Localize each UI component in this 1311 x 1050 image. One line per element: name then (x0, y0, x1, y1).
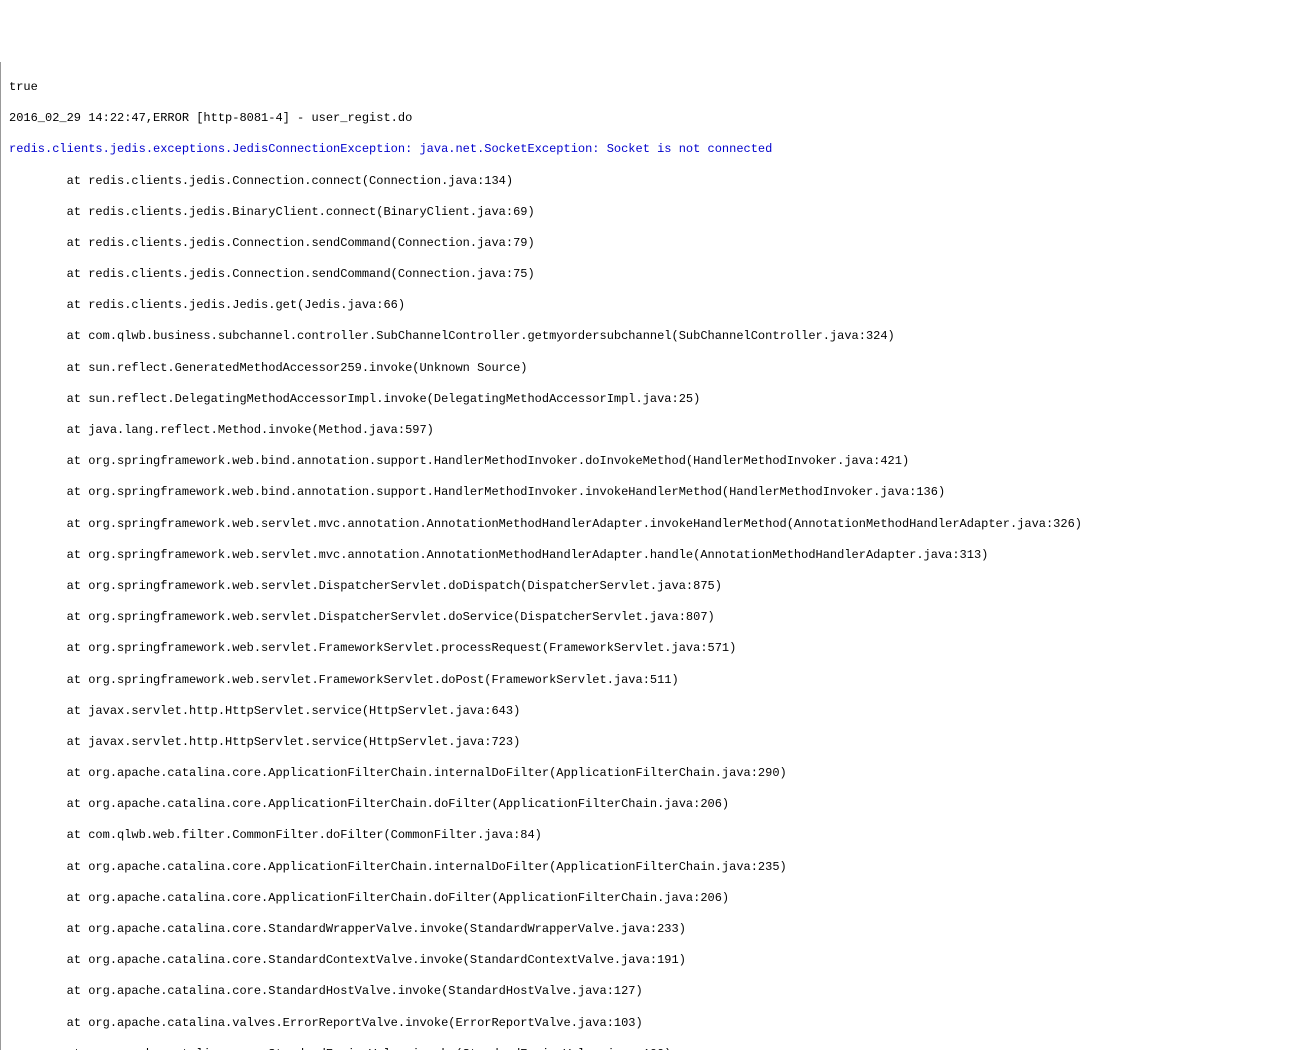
log-stack-line: at org.springframework.web.servlet.mvc.a… (9, 548, 1303, 564)
log-exception-line: redis.clients.jedis.exceptions.JedisConn… (9, 142, 1303, 158)
log-stack-line: at org.springframework.web.servlet.Dispa… (9, 579, 1303, 595)
log-stack-line: at org.apache.catalina.core.StandardCont… (9, 953, 1303, 969)
log-stack-line: at org.apache.catalina.core.ApplicationF… (9, 860, 1303, 876)
log-stack-line: at org.apache.catalina.core.ApplicationF… (9, 891, 1303, 907)
log-stack-line: at org.apache.catalina.core.ApplicationF… (9, 766, 1303, 782)
log-stack-line: at org.springframework.web.servlet.mvc.a… (9, 517, 1303, 533)
log-stack-line: at redis.clients.jedis.Connection.connec… (9, 174, 1303, 190)
log-stack-line: at sun.reflect.GeneratedMethodAccessor25… (9, 361, 1303, 377)
log-stack-line: at javax.servlet.http.HttpServlet.servic… (9, 735, 1303, 751)
log-stack-line: at java.lang.reflect.Method.invoke(Metho… (9, 423, 1303, 439)
log-output: true 2016_02_29 14:22:47,ERROR [http-808… (0, 62, 1311, 1050)
log-stack-line: at com.qlwb.web.filter.CommonFilter.doFi… (9, 828, 1303, 844)
log-stack-line: at org.apache.catalina.core.StandardWrap… (9, 922, 1303, 938)
log-stack-line: at org.apache.catalina.valves.ErrorRepor… (9, 1016, 1303, 1032)
log-stack-line: at org.springframework.web.servlet.Frame… (9, 673, 1303, 689)
log-stack-line: at redis.clients.jedis.BinaryClient.conn… (9, 205, 1303, 221)
log-line-header: 2016_02_29 14:22:47,ERROR [http-8081-4] … (9, 111, 1303, 127)
log-stack-line: at org.apache.catalina.core.StandardHost… (9, 984, 1303, 1000)
log-stack-line: at org.apache.catalina.core.StandardEngi… (9, 1047, 1303, 1050)
log-stack-line: at org.springframework.web.servlet.Dispa… (9, 610, 1303, 626)
log-stack-line: at com.qlwb.business.subchannel.controll… (9, 329, 1303, 345)
log-stack-line: at javax.servlet.http.HttpServlet.servic… (9, 704, 1303, 720)
log-stack-line: at redis.clients.jedis.Jedis.get(Jedis.j… (9, 298, 1303, 314)
log-stack-line: at sun.reflect.DelegatingMethodAccessorI… (9, 392, 1303, 408)
log-stack-line: at org.springframework.web.servlet.Frame… (9, 641, 1303, 657)
log-line: true (9, 80, 1303, 96)
log-stack-line: at redis.clients.jedis.Connection.sendCo… (9, 236, 1303, 252)
log-stack-line: at org.apache.catalina.core.ApplicationF… (9, 797, 1303, 813)
log-stack-line: at org.springframework.web.bind.annotati… (9, 485, 1303, 501)
log-stack-line: at org.springframework.web.bind.annotati… (9, 454, 1303, 470)
log-stack-line: at redis.clients.jedis.Connection.sendCo… (9, 267, 1303, 283)
